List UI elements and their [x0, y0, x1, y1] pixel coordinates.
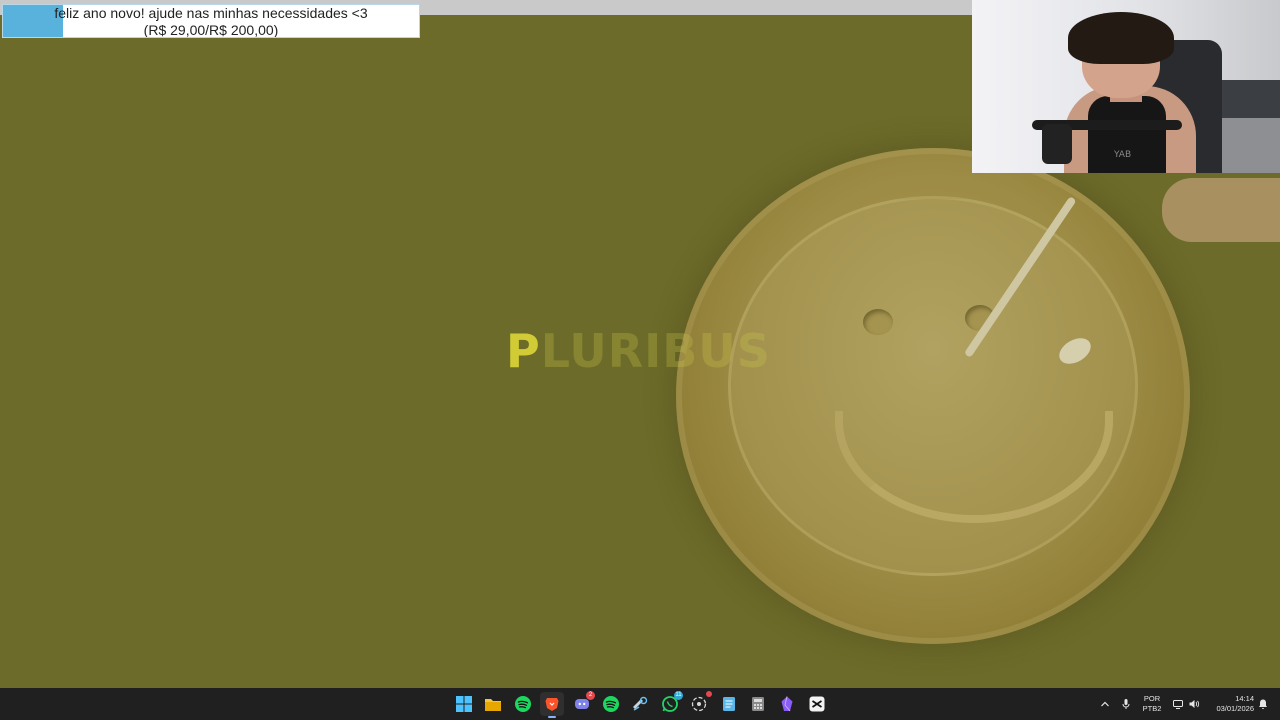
donation-goal-alert: feliz ano novo! ajude nas minhas necessi…	[2, 4, 420, 38]
webcam-feed: YAB	[972, 0, 1280, 173]
smiley-left-eye	[863, 309, 893, 335]
microphone-icon[interactable]	[1118, 696, 1134, 712]
input-language-indicator[interactable]: POR PTB2	[1140, 694, 1164, 714]
webcam-person-hair	[1068, 12, 1174, 64]
webcam-background-equipment	[1218, 118, 1280, 173]
spotify-icon[interactable]	[599, 692, 623, 716]
clock-date: 03/01/2026	[1216, 704, 1254, 713]
whatsapp-notification-badge: 11	[674, 691, 683, 700]
volume-icon[interactable]	[1186, 696, 1202, 712]
smiley-mouth	[835, 411, 1113, 523]
whatsapp-icon[interactable]: 11	[658, 691, 683, 716]
system-clock[interactable]: 14:14 03/01/2026	[1204, 694, 1254, 714]
notifications-bell-icon[interactable]	[1255, 696, 1271, 712]
spotify-icon[interactable]	[511, 692, 535, 716]
webcam-person-shirt: YAB	[1088, 96, 1166, 173]
windows-start-icon[interactable]	[452, 692, 476, 716]
capcut-icon[interactable]	[805, 692, 829, 716]
taskbar: 2 11 POR PTB2 14:14 03/01/2026	[0, 688, 1280, 720]
donation-alert-text: feliz ano novo! ajude nas minhas necessi…	[3, 5, 419, 38]
chatgpt-icon[interactable]	[687, 691, 712, 716]
show-title: PLURIBUS	[506, 324, 771, 378]
calculator-icon[interactable]	[746, 692, 770, 716]
petri-dish-inner	[728, 196, 1138, 576]
petri-dish-image	[676, 148, 1190, 644]
show-title-first-letter: P	[506, 324, 541, 378]
show-hidden-icons-chevron-icon[interactable]	[1097, 696, 1113, 712]
file-explorer-icon[interactable]	[481, 692, 505, 716]
language-code: POR	[1143, 694, 1161, 703]
active-app-indicator	[548, 716, 556, 718]
network-icon[interactable]	[1170, 696, 1186, 712]
keyboard-layout: PTB2	[1142, 704, 1162, 713]
discord-icon[interactable]: 2	[570, 691, 595, 716]
shirt-print: YAB	[1114, 150, 1132, 160]
donation-message: feliz ano novo! ajude nas minhas necessi…	[54, 5, 368, 21]
brave-browser-icon[interactable]	[540, 692, 564, 718]
steam-icon[interactable]	[628, 692, 652, 716]
donation-amount: (R$ 29,00/R$ 200,00)	[143, 22, 279, 38]
webcam-microphone	[1042, 124, 1072, 164]
obsidian-icon[interactable]	[775, 692, 799, 716]
screen: PLURIBUS feliz ano novo! ajude nas minha…	[0, 0, 1280, 720]
discord-notification-badge: 2	[586, 691, 595, 700]
notification-dot	[706, 691, 712, 697]
show-title-rest: LURIBUS	[540, 324, 771, 378]
clock-time: 14:14	[1235, 694, 1254, 703]
hand-finger	[1162, 178, 1280, 242]
notepad-icon[interactable]	[717, 692, 741, 716]
